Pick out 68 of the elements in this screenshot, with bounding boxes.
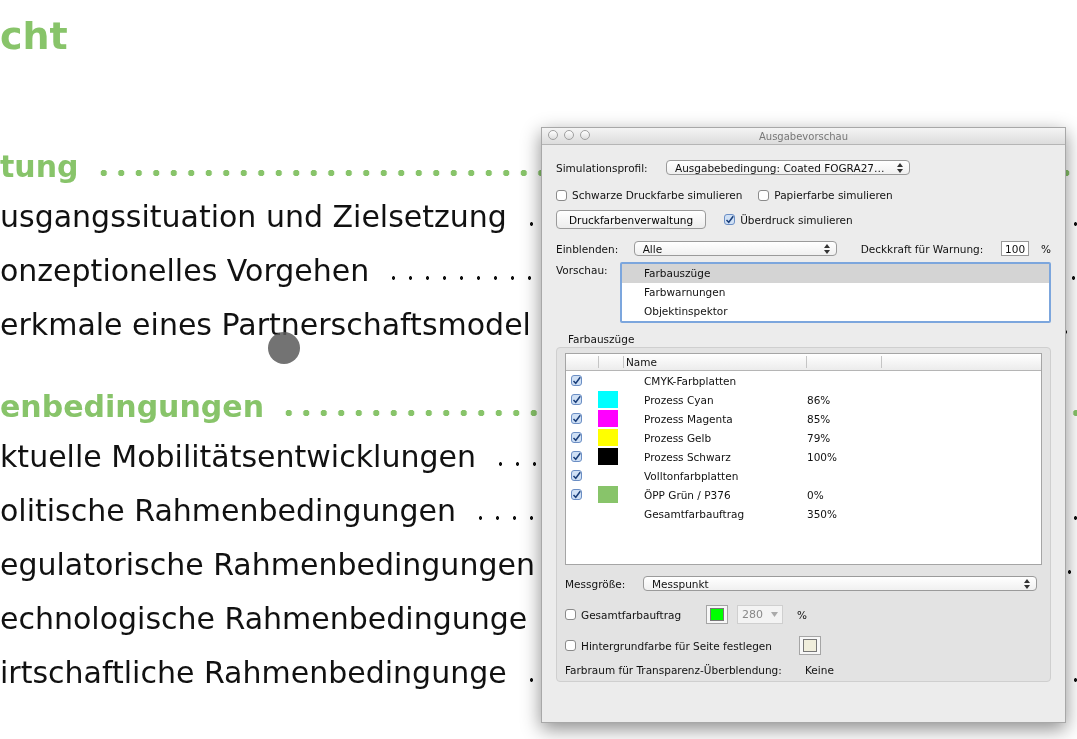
group-title: Farbauszüge [568, 333, 635, 345]
dropdown[interactable]: Ausgabebedingung: Coated FOGRA27… [666, 160, 910, 175]
list-item[interactable]: Farbwarnungen [622, 283, 1049, 302]
coverage-value: 79% [807, 431, 831, 444]
unit-label: % [797, 608, 807, 621]
field-label: Messgröße: [565, 577, 627, 590]
coverage-value: 350% [807, 507, 838, 520]
checkbox[interactable] [758, 189, 770, 201]
dropdown[interactable]: Messpunkt [643, 576, 1037, 591]
checkbox[interactable] [571, 470, 582, 481]
ink-name: ÖPP Grün / P376 [643, 488, 732, 501]
checkbox[interactable] [565, 640, 576, 651]
ink-name: Prozess Schwarz [643, 450, 732, 463]
field-value: Keine [805, 664, 834, 676]
toc-entry: onzeptionelles Vorgehen [0, 253, 370, 288]
checkbox[interactable] [571, 413, 582, 424]
ink-name: Gesamtfarbauftrag [643, 507, 746, 520]
ink-manager-button[interactable]: Druckfarbenverwaltung [556, 210, 707, 229]
checkbox-label: Überdruck simulieren [740, 213, 853, 226]
stepper-icon [1024, 578, 1030, 589]
stepper-icon [823, 243, 830, 254]
field-label: Farbraum für Transparenz-Überblendung: [565, 664, 783, 676]
checkbox[interactable] [571, 432, 582, 443]
coverage-value: 85% [807, 412, 831, 425]
opacity-field[interactable]: 100 [1001, 241, 1029, 256]
ink-name: CMYK-Farbplatten [643, 374, 738, 387]
field-label: Deckkraft für Warnung: [860, 242, 985, 255]
toc-entry: egulatorische Rahmenbedingungen [0, 547, 535, 582]
minimize-button[interactable] [564, 130, 574, 140]
ink-name: Prozess Magenta [643, 412, 734, 425]
zoom-button[interactable] [580, 130, 590, 140]
field-label: Simulationsprofil: [556, 161, 649, 174]
coverage-value: 100% [807, 450, 838, 463]
dropdown[interactable]: Alle [633, 241, 837, 256]
toc-entry: irtschaftliche Rahmenbedingunge [0, 655, 507, 690]
checkbox[interactable] [571, 489, 582, 500]
field-label: Vorschau: [556, 264, 608, 276]
checkbox[interactable] [571, 394, 582, 405]
checkbox[interactable] [571, 451, 582, 462]
ink-name: Prozess Cyan [643, 393, 715, 406]
checkbox[interactable] [556, 189, 567, 201]
toc-entry: erkmale eines Partnerschaftsmodel [0, 307, 531, 342]
close-button[interactable] [548, 130, 558, 140]
color-well[interactable] [799, 636, 821, 655]
unit-label: % [1041, 242, 1051, 255]
ink-name: Prozess Gelb [643, 431, 713, 444]
ink-name: Volltonfarbplatten [643, 469, 740, 482]
toc-entry: echnologische Rahmenbedingunge [0, 601, 528, 636]
toc-entry: usgangssituation und Zielsetzung [0, 199, 507, 234]
checkbox-label: Hintergrundfarbe für Seite festlegen [581, 639, 773, 652]
toc-entry: olitische Rahmenbedingungen [0, 493, 456, 528]
document-title: cht [0, 14, 68, 58]
coverage-value: 0% [807, 488, 824, 501]
checkbox-label: Schwarze Druckfarbe simulieren [572, 189, 743, 201]
checkbox[interactable] [724, 214, 736, 225]
list-item[interactable]: Objektinspektor [622, 302, 1049, 321]
color-well[interactable] [706, 605, 728, 624]
stepper-icon [897, 162, 903, 173]
window-title: Ausgabevorschau [759, 130, 848, 142]
section-heading: enbedingungen [0, 389, 264, 424]
section-heading: tung [0, 149, 79, 184]
checkbox-label: Papierfarbe simulieren [774, 189, 893, 201]
checkbox[interactable] [571, 375, 582, 386]
field-label: Einblenden: [556, 242, 620, 255]
checkbox-label: Gesamtfarbauftrag [581, 608, 683, 621]
coverage-value: 86% [807, 393, 831, 406]
toc-entry: ktuelle Mobilitätsentwicklungen [0, 439, 476, 474]
list-item[interactable]: Farbauszüge [622, 264, 1049, 283]
